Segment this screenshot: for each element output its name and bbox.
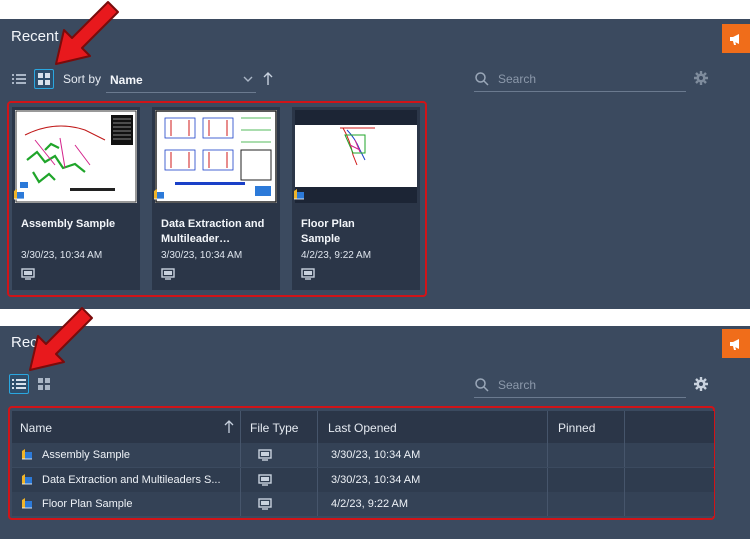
grid-view-icon bbox=[38, 378, 50, 390]
list-view-button[interactable] bbox=[9, 69, 29, 89]
recent-panel-list: Rec Search Name File Type Last Opened Pi… bbox=[0, 326, 750, 539]
grid-view-button[interactable] bbox=[34, 69, 54, 89]
row-last-opened: 4/2/23, 9:22 AM bbox=[331, 498, 409, 510]
column-separator bbox=[240, 443, 241, 467]
row-last-opened: 3/30/23, 10:34 AM bbox=[331, 449, 421, 461]
dwg-file-icon bbox=[293, 187, 305, 205]
table-row[interactable]: Floor Plan Sample 4/2/23, 9:22 AM bbox=[12, 492, 714, 516]
column-separator bbox=[624, 411, 625, 443]
row-name: Assembly Sample bbox=[42, 449, 131, 461]
search-field[interactable]: Search bbox=[474, 372, 686, 398]
monitor-icon bbox=[301, 267, 315, 285]
monitor-icon bbox=[258, 474, 272, 489]
table-header: Name File Type Last Opened Pinned bbox=[12, 411, 714, 443]
table-row[interactable]: Assembly Sample 3/30/23, 10:34 AM bbox=[12, 443, 714, 467]
column-separator bbox=[624, 492, 625, 516]
arrow-up-icon bbox=[263, 72, 273, 85]
sort-select[interactable]: Name bbox=[106, 67, 256, 93]
column-separator bbox=[547, 492, 548, 516]
table-row[interactable]: Data Extraction and Multileaders S... 3/… bbox=[12, 468, 714, 492]
file-card[interactable]: Floor Plan Sample 4/2/23, 9:22 AM bbox=[292, 107, 420, 290]
grid-view-button[interactable] bbox=[34, 374, 54, 394]
column-header-file-type[interactable]: File Type bbox=[250, 421, 298, 435]
page: Recent Sort by Name Search Assembly Samp… bbox=[0, 0, 750, 539]
monitor-icon bbox=[21, 267, 35, 285]
dwg-file-icon bbox=[21, 448, 33, 463]
file-name: Floor Plan Sample bbox=[301, 218, 355, 245]
monitor-icon bbox=[258, 498, 272, 513]
sort-by-label: Sort by bbox=[63, 72, 102, 86]
sort-direction-button[interactable] bbox=[262, 72, 274, 91]
red-arrow bbox=[29, 307, 93, 371]
file-name: Assembly Sample bbox=[21, 218, 116, 230]
dwg-file-icon bbox=[21, 473, 33, 488]
row-name: Floor Plan Sample bbox=[42, 498, 133, 510]
column-separator bbox=[317, 468, 318, 492]
file-thumbnail bbox=[15, 110, 137, 203]
search-icon bbox=[475, 378, 489, 392]
file-card[interactable]: Assembly Sample 3/30/23, 10:34 AM bbox=[12, 107, 140, 290]
gear-icon bbox=[694, 71, 708, 85]
column-separator bbox=[240, 468, 241, 492]
megaphone-icon bbox=[730, 33, 739, 45]
column-separator bbox=[547, 411, 548, 443]
file-date: 3/30/23, 10:34 AM bbox=[21, 250, 103, 261]
dwg-file-icon bbox=[21, 497, 33, 512]
chevron-down-icon bbox=[243, 76, 253, 82]
column-separator bbox=[317, 492, 318, 516]
dwg-file-icon bbox=[153, 187, 165, 205]
list-view-button[interactable] bbox=[9, 374, 29, 394]
row-last-opened: 3/30/23, 10:34 AM bbox=[331, 474, 421, 486]
file-date: 4/2/23, 9:22 AM bbox=[301, 250, 372, 261]
column-separator bbox=[624, 443, 625, 467]
column-separator bbox=[317, 443, 318, 467]
search-field[interactable]: Search bbox=[474, 66, 686, 92]
megaphone-icon bbox=[730, 338, 739, 350]
file-card[interactable]: Data Extraction and Multileader… 3/30/23… bbox=[152, 107, 280, 290]
monitor-icon bbox=[258, 449, 272, 464]
list-view-icon bbox=[12, 74, 26, 84]
column-separator bbox=[240, 492, 241, 516]
column-header-name[interactable]: Name bbox=[20, 421, 52, 435]
column-header-pinned[interactable]: Pinned bbox=[558, 421, 595, 435]
dwg-file-icon bbox=[13, 187, 25, 205]
gear-icon bbox=[694, 377, 708, 391]
arrow-up-icon[interactable] bbox=[224, 420, 234, 434]
column-separator bbox=[547, 468, 548, 492]
file-date: 3/30/23, 10:34 AM bbox=[161, 250, 243, 261]
feedback-button[interactable] bbox=[722, 329, 750, 358]
feedback-button[interactable] bbox=[722, 24, 750, 53]
search-placeholder: Search bbox=[498, 71, 537, 86]
column-separator bbox=[317, 411, 318, 443]
row-name: Data Extraction and Multileaders S... bbox=[42, 474, 221, 486]
search-placeholder: Search bbox=[498, 377, 537, 392]
column-header-last-opened[interactable]: Last Opened bbox=[328, 421, 397, 435]
column-separator bbox=[240, 411, 241, 443]
column-separator bbox=[624, 468, 625, 492]
red-arrow bbox=[55, 1, 119, 65]
monitor-icon bbox=[161, 267, 175, 285]
file-name: Data Extraction and Multileader… bbox=[161, 218, 265, 245]
file-thumbnail bbox=[155, 110, 277, 203]
grid-view-icon bbox=[38, 73, 50, 85]
search-icon bbox=[475, 72, 489, 86]
sort-select-value: Name bbox=[110, 72, 143, 87]
column-separator bbox=[547, 443, 548, 467]
file-thumbnail bbox=[295, 110, 417, 203]
settings-button[interactable] bbox=[694, 71, 708, 90]
settings-button[interactable] bbox=[694, 377, 708, 396]
list-view-icon bbox=[12, 379, 26, 389]
